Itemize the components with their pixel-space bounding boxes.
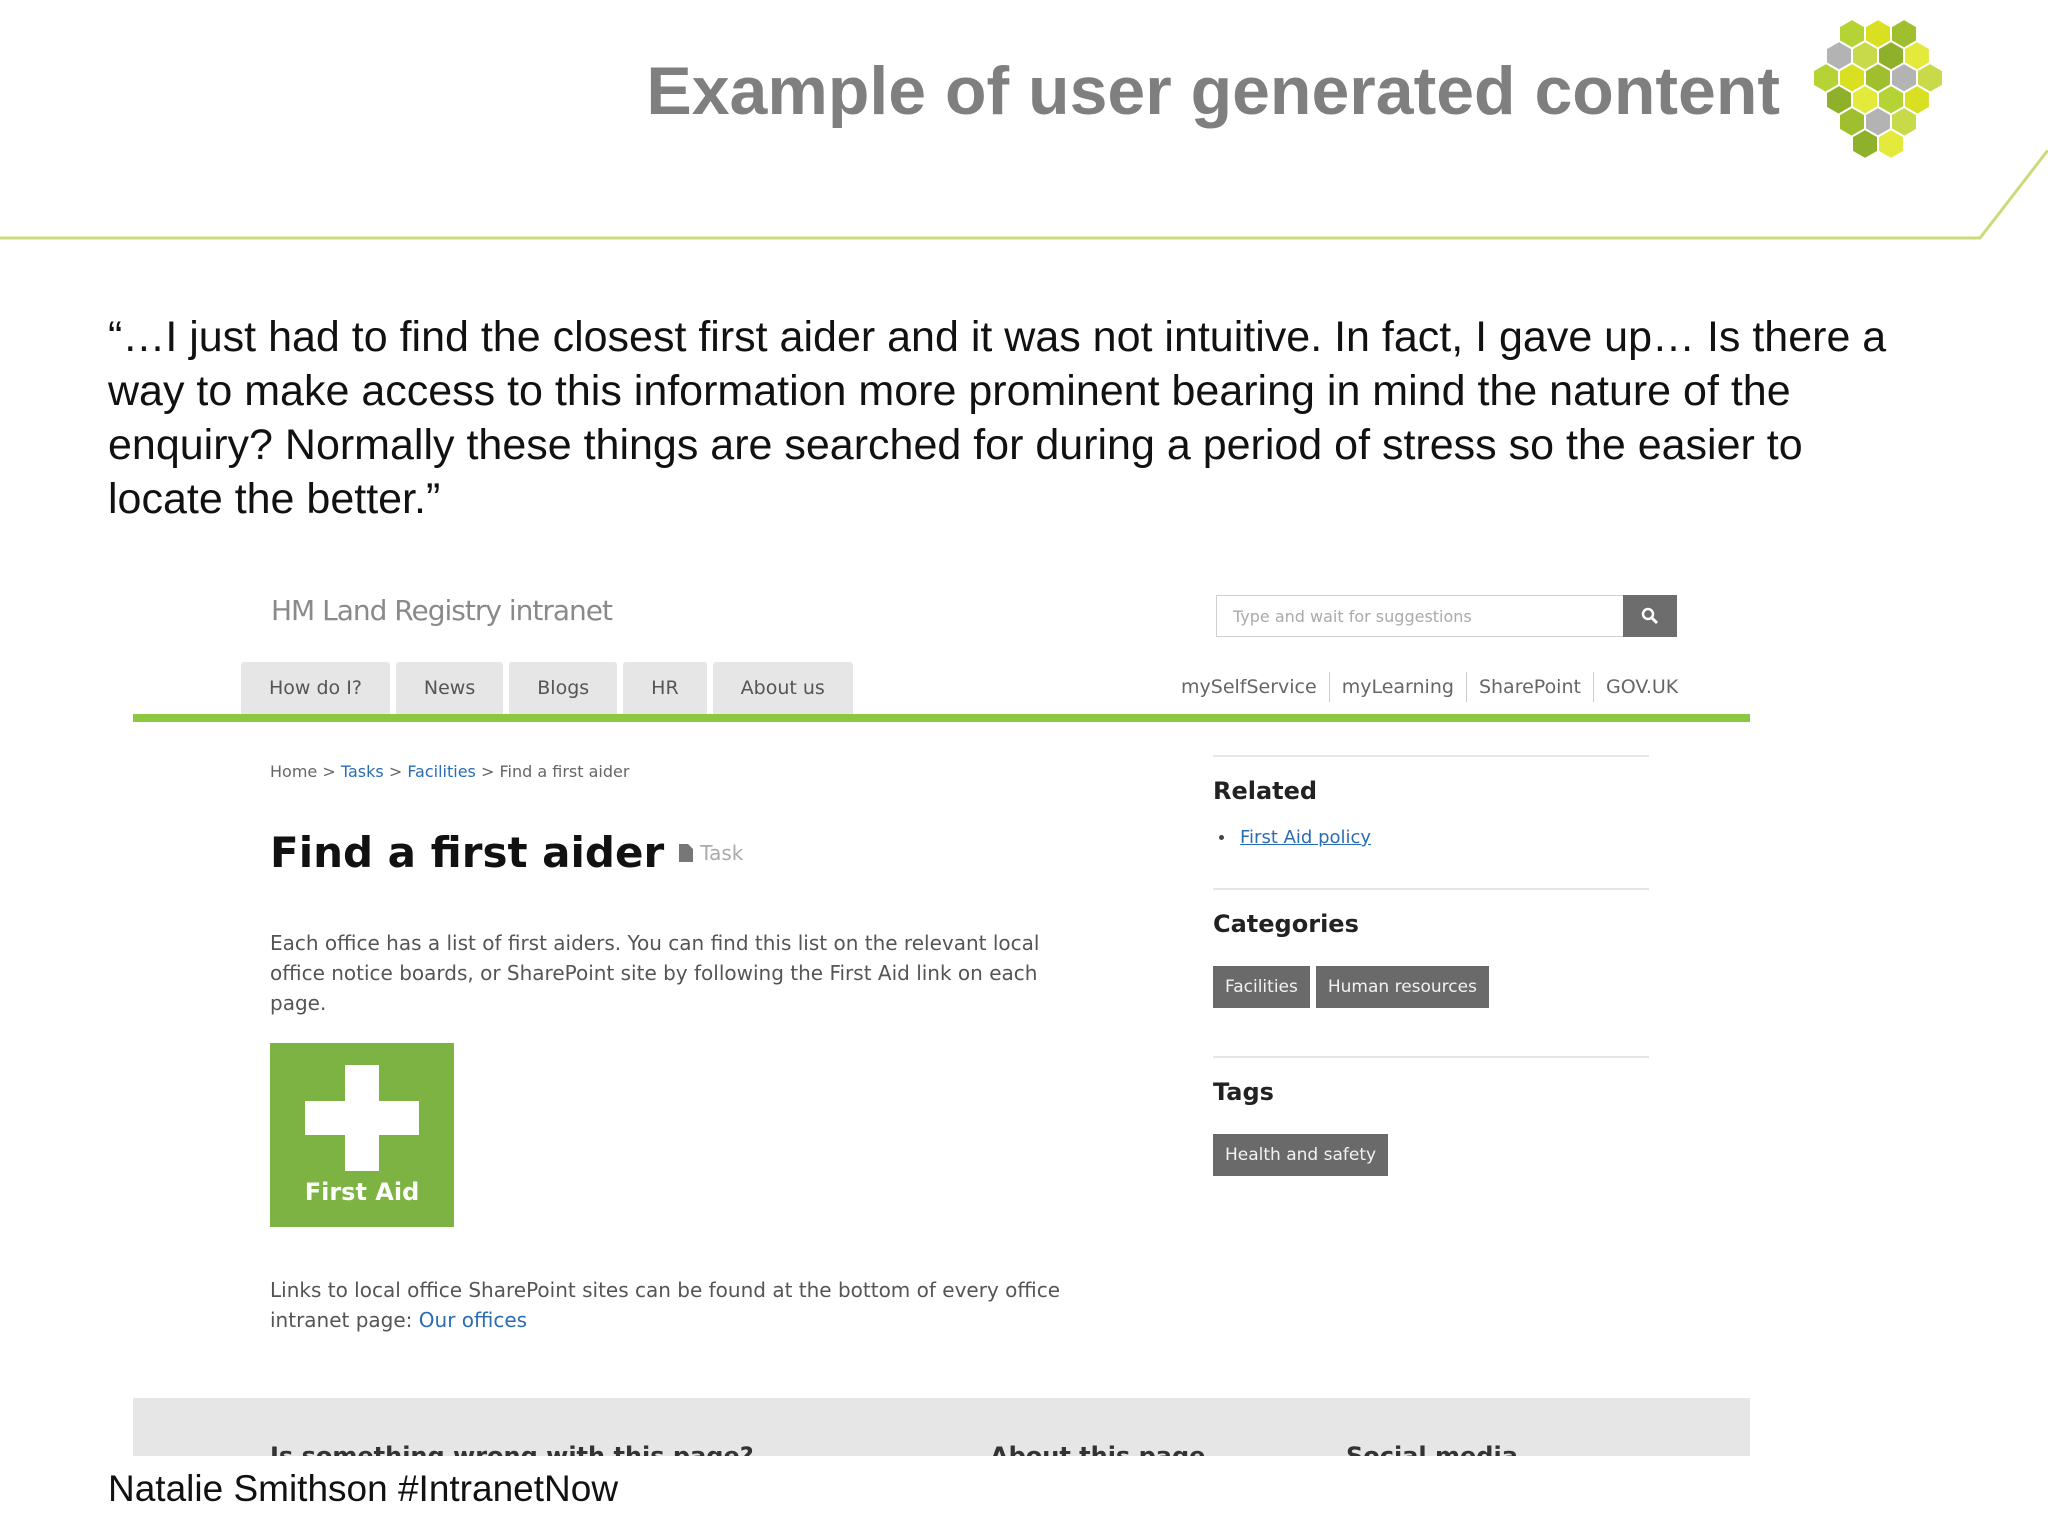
slide-credit: Natalie Smithson #IntranetNow [108, 1468, 619, 1509]
link-gov-uk[interactable]: GOV.UK [1606, 676, 1678, 698]
tab-about-us[interactable]: About us [712, 662, 853, 714]
bullet-icon [1219, 835, 1224, 840]
breadcrumb: Home > Tasks > Facilities > Find a first… [270, 762, 629, 781]
site-brand[interactable]: HM Land Registry intranet [271, 594, 613, 627]
first-aid-policy-link[interactable]: First Aid policy [1240, 827, 1371, 848]
breadcrumb-separator: > [480, 762, 495, 781]
breadcrumb-current: Find a first aider [499, 762, 630, 781]
sidebar-divider [1213, 755, 1649, 757]
category-chips: Facilities Human resources [1213, 966, 1649, 1008]
footer-band: Is something wrong with this page? About… [133, 1398, 1750, 1456]
page-title: Find a first aider [270, 828, 665, 877]
search-icon [1641, 607, 1659, 625]
breadcrumb-tasks[interactable]: Tasks [341, 762, 384, 781]
link-separator [1592, 672, 1594, 702]
sidebar: Related First Aid policy Categories Faci… [1213, 755, 1649, 1176]
breadcrumb-home[interactable]: Home [270, 762, 317, 781]
plus-cross-icon [305, 1065, 419, 1171]
link-separator [1465, 672, 1467, 702]
search-button[interactable] [1623, 595, 1677, 637]
tags-heading: Tags [1213, 1078, 1274, 1106]
tab-how-do-i[interactable]: How do I? [241, 662, 390, 714]
footer-heading-social: Social media [1346, 1442, 1518, 1456]
page-type-label: Task [700, 840, 744, 865]
page-title-row: Find a first aider Task [270, 828, 743, 877]
first-aid-button[interactable]: First Aid [270, 1043, 454, 1227]
related-heading: Related [1213, 777, 1318, 805]
intranet-screenshot: HM Land Registry intranet Type and wait … [133, 570, 1750, 1456]
related-item: First Aid policy [1219, 827, 1649, 848]
page-type: Task [678, 841, 743, 865]
categories-heading: Categories [1213, 910, 1359, 938]
footer-heading-about: About this page [990, 1442, 1206, 1456]
link-sharepoint[interactable]: SharePoint [1479, 676, 1581, 698]
link-mylearning[interactable]: myLearning [1342, 676, 1454, 698]
slide-title: Example of user generated content [646, 53, 1780, 129]
our-offices-link[interactable]: Our offices [419, 1308, 527, 1332]
header-divider [0, 150, 2048, 240]
sidebar-divider [1213, 1056, 1649, 1058]
tab-hr[interactable]: HR [623, 662, 707, 714]
link-separator [1328, 672, 1330, 702]
sidebar-divider [1213, 888, 1649, 890]
user-quote: “…I just had to find the closest first a… [108, 313, 1887, 523]
link-myselfservice[interactable]: mySelfService [1181, 676, 1317, 698]
tag-chip-health-and-safety[interactable]: Health and safety [1213, 1134, 1389, 1176]
tab-blogs[interactable]: Blogs [509, 662, 618, 714]
footer-heading-report: Is something wrong with this page? [270, 1442, 754, 1456]
body-paragraph-2-text: Links to local office SharePoint sites c… [270, 1278, 1061, 1332]
breadcrumb-separator: > [322, 762, 336, 781]
search-input[interactable]: Type and wait for suggestions [1216, 595, 1626, 637]
tab-news[interactable]: News [395, 662, 504, 714]
nav-underline [133, 714, 1750, 722]
breadcrumb-separator: > [388, 762, 403, 781]
breadcrumb-facilities[interactable]: Facilities [407, 762, 476, 781]
document-icon [679, 843, 694, 862]
body-paragraph-2: Links to local office SharePoint sites c… [270, 1275, 1090, 1335]
category-chip-human-resources[interactable]: Human resources [1315, 966, 1489, 1008]
category-chip-facilities[interactable]: Facilities [1213, 966, 1310, 1008]
main-nav: How do I? News Blogs HR About us [241, 662, 853, 714]
body-paragraph-1: Each office has a list of first aiders. … [270, 931, 1040, 1015]
tag-chips: Health and safety [1213, 1134, 1649, 1176]
first-aid-label: First Aid [304, 1178, 420, 1206]
service-links: mySelfService myLearning SharePoint GOV.… [1181, 672, 1678, 702]
